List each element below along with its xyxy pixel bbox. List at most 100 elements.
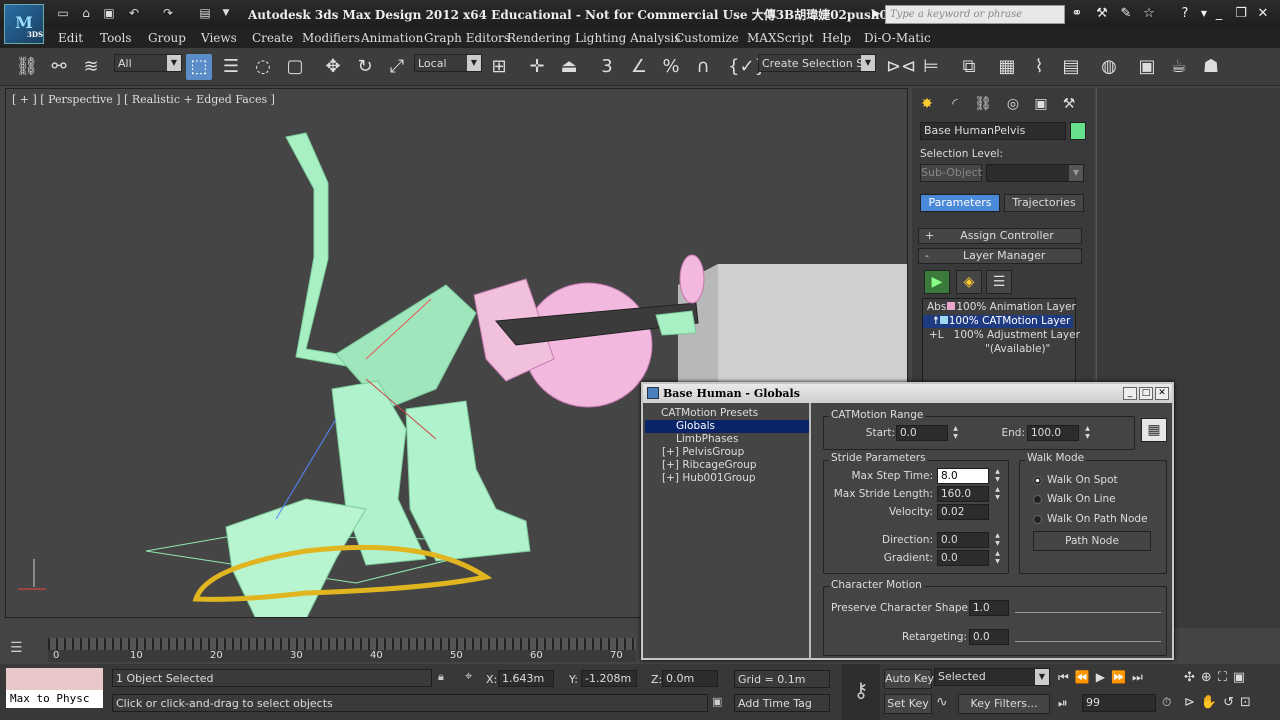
select-object-icon[interactable]: ⬚ — [186, 54, 212, 80]
create-tab-icon[interactable]: ✸ — [916, 94, 938, 114]
listener-output[interactable] — [6, 668, 103, 690]
quick-access-dropdown-icon[interactable]: ▼ — [218, 6, 234, 21]
bind-to-space-warp-icon[interactable]: ≋ — [78, 54, 104, 80]
end-field[interactable]: 100.0 — [1027, 425, 1079, 441]
direction-field[interactable]: 0.0 — [937, 532, 989, 548]
menu-edit[interactable]: Edit — [58, 31, 83, 45]
key-mode-dropdown[interactable]: Selected ▼ — [934, 668, 1050, 686]
dialog-title-bar[interactable]: Base Human - Globals — [643, 384, 1172, 403]
help-icon[interactable]: ? — [1176, 5, 1194, 23]
max-stride-length-spinner-icon[interactable]: ▲ ▼ — [993, 486, 1002, 502]
next-frame-icon[interactable]: ⏩ — [1111, 670, 1132, 684]
time-track-bar[interactable]: 0 10 20 30 40 50 60 70 — [48, 638, 636, 662]
select-and-rotate-icon[interactable]: ↻ — [352, 54, 378, 80]
x-coordinate-field[interactable]: 1.643m — [498, 670, 554, 687]
tangent-icon[interactable]: ∿ — [936, 694, 948, 710]
undo-icon[interactable]: ↶ — [126, 6, 142, 21]
play-icon[interactable]: ▶ — [1096, 670, 1111, 684]
selection-filter-dropdown[interactable]: All ▼ — [114, 54, 182, 72]
zoom-extents-icon[interactable]: ⛶ — [1218, 670, 1233, 685]
layer-manager-rollout[interactable]: - Layer Manager — [918, 248, 1082, 264]
key-mode-toggle-icon[interactable]: ⏯ — [1058, 696, 1068, 711]
layer-row-adjustment[interactable]: +L 100% Adjustment Layer — [923, 329, 1080, 342]
keyboard-shortcut-override-icon[interactable]: ⏏ — [556, 54, 582, 80]
play-layer-icon[interactable]: ▶ — [924, 270, 950, 294]
trajectories-tab[interactable]: Trajectories — [1004, 194, 1084, 212]
spinner-snap-icon[interactable]: ∩ — [690, 54, 716, 80]
menu-modifiers[interactable]: Modifiers — [302, 31, 360, 45]
hierarchy-tab-icon[interactable]: ⛓ — [972, 94, 994, 114]
curve-editor-icon[interactable]: ⌇ — [1026, 54, 1052, 80]
snaps-toggle-icon[interactable]: 3 — [594, 54, 620, 80]
project-folder-icon[interactable]: ▤ — [197, 6, 213, 21]
object-name-field[interactable]: Base HumanPelvis — [920, 122, 1066, 140]
auto-key-button[interactable]: Auto Key — [884, 669, 934, 689]
select-and-move-icon[interactable]: ✥ — [320, 54, 346, 80]
lock-selection-icon[interactable]: 🔒︎ — [438, 670, 444, 684]
menu-create[interactable]: Create — [252, 31, 293, 45]
track-bar-menu-icon[interactable]: ☰ — [10, 640, 40, 660]
menu-di-o-matic[interactable]: Di-O-Matic — [864, 31, 931, 45]
zoom-all-icon[interactable]: ⊕ — [1201, 670, 1218, 685]
time-tag-icon[interactable]: ▣ — [712, 695, 722, 708]
zoom-icon[interactable]: ✣ — [1184, 670, 1201, 685]
go-to-end-icon[interactable]: ⏭ — [1132, 670, 1149, 684]
restore-window-icon[interactable]: ❐ — [1232, 5, 1250, 23]
orbit-icon[interactable]: ↺ — [1223, 695, 1240, 710]
percent-snap-icon[interactable]: % — [658, 54, 684, 80]
sub-object-button[interactable]: Sub-Object — [920, 164, 982, 182]
time-configuration-icon[interactable]: ⏱ — [1162, 695, 1171, 710]
preserve-shape-field[interactable]: 1.0 — [969, 600, 1009, 616]
menu-tools[interactable]: Tools — [100, 31, 132, 45]
preserve-shape-slider[interactable] — [1015, 603, 1161, 613]
absolute-mode-icon[interactable]: ⌖ — [465, 669, 472, 684]
walk-on-spot-radio[interactable] — [1033, 476, 1042, 485]
utilities-tab-icon[interactable]: ⚒ — [1058, 94, 1080, 114]
dialog-maximize-icon[interactable]: □ — [1139, 387, 1153, 400]
schematic-view-icon[interactable]: ▤ — [1058, 54, 1084, 80]
parameters-tab[interactable]: Parameters — [920, 194, 1000, 212]
gradient-spinner-icon[interactable]: ▲ ▼ — [993, 550, 1002, 566]
modify-tab-icon[interactable]: ◜ — [944, 94, 966, 114]
end-spinner-icon[interactable]: ▲ ▼ — [1083, 425, 1092, 441]
pivot-center-icon[interactable]: ⊞ — [486, 54, 512, 80]
layer-list-icon[interactable]: ☰ — [986, 270, 1012, 294]
angle-snap-icon[interactable]: ∠ — [626, 54, 652, 80]
communication-center-icon[interactable]: ✎ — [1117, 5, 1135, 23]
gradient-field[interactable]: 0.0 — [937, 550, 989, 566]
save-file-icon[interactable]: ▣ — [101, 6, 117, 21]
new-file-icon[interactable]: ▭ — [55, 6, 71, 21]
layer-row-animation[interactable]: Abs 100% Animation Layer — [923, 301, 1076, 314]
add-time-tag-button[interactable]: Add Time Tag — [734, 694, 830, 712]
zoom-extents-all-icon[interactable]: ▣ — [1233, 670, 1251, 685]
menu-animation[interactable]: Animation — [361, 31, 423, 45]
start-spinner-icon[interactable]: ▲ ▼ — [951, 425, 960, 441]
application-menu-logo[interactable]: M 3DS — [4, 4, 44, 44]
tree-item[interactable]: [+] PelvisGroup — [662, 446, 744, 459]
window-crossing-icon[interactable]: ▢ — [282, 54, 308, 80]
reference-coordinate-dropdown[interactable]: Local ▼ — [414, 54, 482, 72]
retargeting-field[interactable]: 0.0 — [969, 629, 1009, 645]
menu-group[interactable]: Group — [148, 31, 186, 45]
edit-named-selection-icon[interactable]: {✓} — [728, 54, 766, 80]
sub-object-dropdown[interactable]: ▼ — [986, 164, 1084, 182]
menu-maxscript[interactable]: MAXScript — [747, 31, 814, 45]
tree-item[interactable]: [+] RibcageGroup — [662, 459, 757, 472]
key-filters-button[interactable]: Key Filters... — [958, 694, 1050, 714]
select-and-link-icon[interactable]: ⛓ — [14, 54, 40, 80]
z-coordinate-field[interactable]: 0.0m — [662, 670, 718, 687]
maximize-viewport-icon[interactable]: ⊡ — [1240, 695, 1257, 710]
tree-item-selected[interactable]: Globals — [645, 420, 809, 433]
walk-on-path-node-label[interactable]: Walk On Path Node — [1047, 513, 1148, 525]
walk-on-path-node-radio[interactable] — [1033, 515, 1042, 524]
direction-spinner-icon[interactable]: ▲ ▼ — [993, 532, 1002, 548]
menu-views[interactable]: Views — [201, 31, 237, 45]
redo-icon[interactable]: ↷ — [160, 6, 176, 21]
dialog-close-icon[interactable]: ✕ — [1155, 387, 1169, 400]
close-window-icon[interactable]: ✕ — [1254, 5, 1272, 23]
menu-lighting-analysis[interactable]: Lighting Analysis — [575, 31, 680, 45]
render-production-icon[interactable]: ☗ — [1198, 54, 1224, 80]
range-options-icon[interactable]: ▦ — [1141, 418, 1167, 442]
select-by-name-icon[interactable]: ☰ — [218, 54, 244, 80]
max-step-time-spinner-icon[interactable]: ▲ ▼ — [993, 468, 1002, 484]
